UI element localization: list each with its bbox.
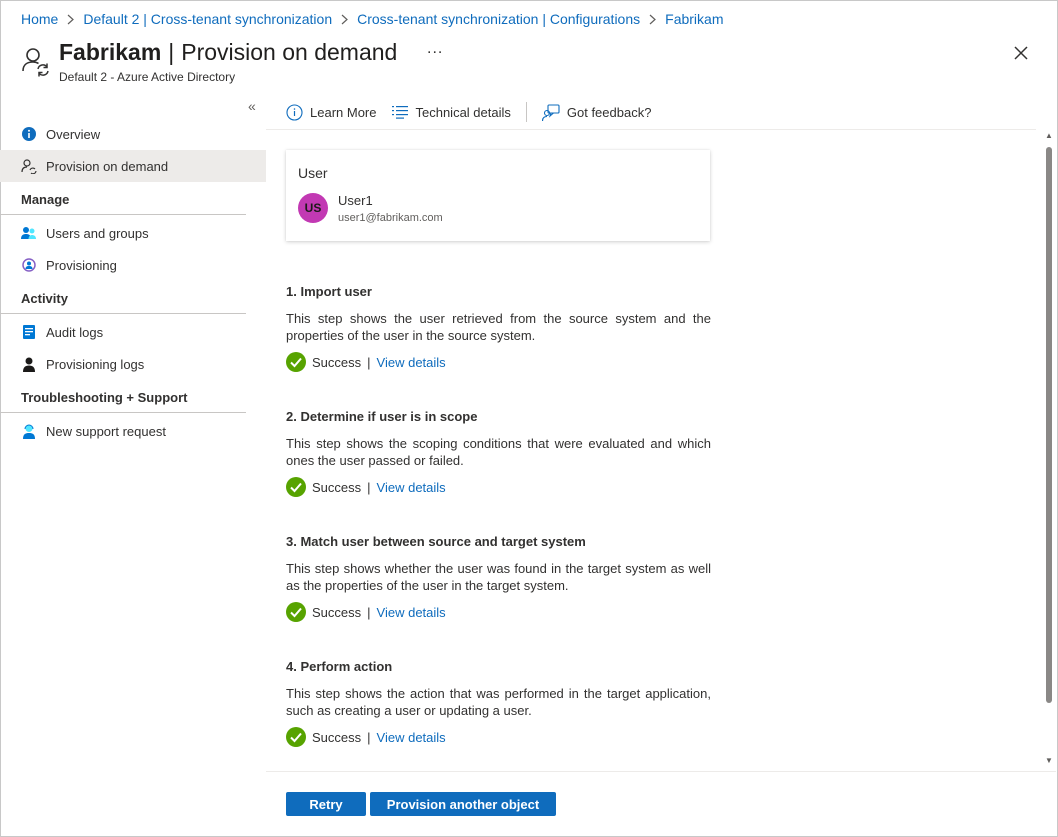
sidebar-item-label: Provisioning logs xyxy=(46,356,145,372)
learn-more-button[interactable]: Learn More xyxy=(286,103,377,121)
page-title: Fabrikam | Provision on demand xyxy=(59,39,397,66)
provisioning-icon xyxy=(21,257,37,273)
sidebar-item-label: Provision on demand xyxy=(46,158,169,174)
provisioning-log-icon xyxy=(21,356,37,372)
sidebar-item-new-support-request[interactable]: New support request xyxy=(0,415,266,447)
command-bar: Learn More Technical details Got feedbac… xyxy=(286,100,651,124)
view-details-link[interactable]: View details xyxy=(377,605,446,620)
sidebar-item-label: New support request xyxy=(46,423,166,439)
step-title: 2. Determine if user is in scope xyxy=(286,409,478,424)
scroll-up-arrow-icon[interactable]: ▲ xyxy=(1045,131,1053,140)
breadcrumb-cross-tenant-sync[interactable]: Default 2 | Cross-tenant synchronization xyxy=(83,11,332,27)
step-title: 3. Match user between source and target … xyxy=(286,534,586,549)
breadcrumb-fabrikam[interactable]: Fabrikam xyxy=(665,11,723,27)
sidebar-item-label: Provisioning xyxy=(46,257,117,273)
support-icon xyxy=(21,423,37,439)
audit-log-icon xyxy=(21,324,37,340)
user-sync-icon xyxy=(21,45,51,77)
footer-separator xyxy=(266,771,1056,772)
step-description: This step shows the user retrieved from … xyxy=(286,311,711,343)
sidebar-item-label: Users and groups xyxy=(46,225,149,241)
learn-more-label: Learn More xyxy=(310,104,377,120)
retry-button[interactable]: Retry xyxy=(286,792,366,816)
toolbar-separator xyxy=(266,129,1036,130)
step-match-user: 3. Match user between source and target … xyxy=(286,534,711,622)
success-check-icon xyxy=(286,602,306,622)
status-separator: | xyxy=(367,729,371,745)
chevron-right-icon xyxy=(341,14,349,25)
sidebar-item-label: Overview xyxy=(46,126,101,142)
sidebar: Overview Provision on demand Manage User… xyxy=(0,118,266,447)
sidebar-item-users-and-groups[interactable]: Users and groups xyxy=(0,217,266,249)
page-title-separator: | xyxy=(168,39,175,65)
scrollbar-thumb[interactable] xyxy=(1046,147,1052,703)
view-details-link[interactable]: View details xyxy=(377,480,446,495)
users-icon xyxy=(21,225,37,241)
status-text: Success xyxy=(312,604,362,620)
collapse-sidebar-button[interactable]: « xyxy=(248,98,256,114)
breadcrumb-configurations[interactable]: Cross-tenant synchronization | Configura… xyxy=(357,11,640,27)
status-text: Success xyxy=(312,479,362,495)
list-icon xyxy=(392,106,409,119)
page-subtitle: Default 2 - Azure Active Directory xyxy=(59,70,236,84)
step-status: Success | View details xyxy=(286,727,711,747)
sidebar-section-manage: Manage xyxy=(0,182,246,215)
sidebar-item-label: Audit logs xyxy=(46,324,104,340)
technical-details-button[interactable]: Technical details xyxy=(392,104,511,120)
feedback-icon xyxy=(541,103,560,121)
view-details-link[interactable]: View details xyxy=(377,730,446,745)
step-perform-action: 4. Perform action This step shows the ac… xyxy=(286,659,711,747)
sidebar-item-provisioning[interactable]: Provisioning xyxy=(0,249,266,281)
view-details-link[interactable]: View details xyxy=(377,355,446,370)
feedback-button[interactable]: Got feedback? xyxy=(541,103,652,121)
technical-details-label: Technical details xyxy=(415,104,511,120)
step-status: Success | View details xyxy=(286,352,711,372)
user-name: User1 xyxy=(338,193,373,208)
sidebar-item-provision-on-demand[interactable]: Provision on demand xyxy=(0,150,266,182)
breadcrumb: Home Default 2 | Cross-tenant synchroniz… xyxy=(21,11,724,27)
step-status: Success | View details xyxy=(286,477,711,497)
user-card-title: User xyxy=(298,165,328,181)
page-title-resource: Fabrikam xyxy=(59,39,162,65)
sidebar-item-audit-logs[interactable]: Audit logs xyxy=(0,316,266,348)
step-description: This step shows the action that was perf… xyxy=(286,686,711,718)
success-check-icon xyxy=(286,477,306,497)
status-separator: | xyxy=(367,354,371,370)
step-title: 4. Perform action xyxy=(286,659,393,674)
feedback-label: Got feedback? xyxy=(566,104,652,120)
user-email: user1@fabrikam.com xyxy=(338,212,443,224)
status-text: Success xyxy=(312,354,362,370)
avatar: US xyxy=(298,193,328,223)
status-separator: | xyxy=(367,604,371,620)
step-description: This step shows whether the user was fou… xyxy=(286,561,711,593)
sidebar-item-overview[interactable]: Overview xyxy=(0,118,266,150)
success-check-icon xyxy=(286,727,306,747)
provision-another-object-button[interactable]: Provision another object xyxy=(370,792,556,816)
user-sync-icon xyxy=(21,158,37,174)
step-description: This step shows the scoping conditions t… xyxy=(286,436,711,468)
sidebar-section-troubleshooting: Troubleshooting + Support xyxy=(0,380,246,413)
status-text: Success xyxy=(312,729,362,745)
status-separator: | xyxy=(367,479,371,495)
page-title-blade: Provision on demand xyxy=(181,39,398,65)
scroll-down-arrow-icon[interactable]: ▼ xyxy=(1045,756,1053,765)
step-determine-scope: 2. Determine if user is in scope This st… xyxy=(286,409,711,497)
close-icon[interactable] xyxy=(1012,44,1030,62)
sidebar-item-provisioning-logs[interactable]: Provisioning logs xyxy=(0,348,266,380)
info-icon xyxy=(21,126,37,142)
step-import-user: 1. Import user This step shows the user … xyxy=(286,284,711,372)
more-options-icon[interactable]: ... xyxy=(427,40,443,58)
info-outline-icon xyxy=(286,103,303,121)
breadcrumb-home[interactable]: Home xyxy=(21,11,58,27)
chevron-right-icon xyxy=(67,14,75,25)
sidebar-section-activity: Activity xyxy=(0,281,246,314)
chevron-right-icon xyxy=(649,14,657,25)
toolbar-divider xyxy=(525,102,527,122)
user-card: User US User1 user1@fabrikam.com xyxy=(286,150,710,241)
step-status: Success | View details xyxy=(286,602,711,622)
step-title: 1. Import user xyxy=(286,284,372,299)
success-check-icon xyxy=(286,352,306,372)
